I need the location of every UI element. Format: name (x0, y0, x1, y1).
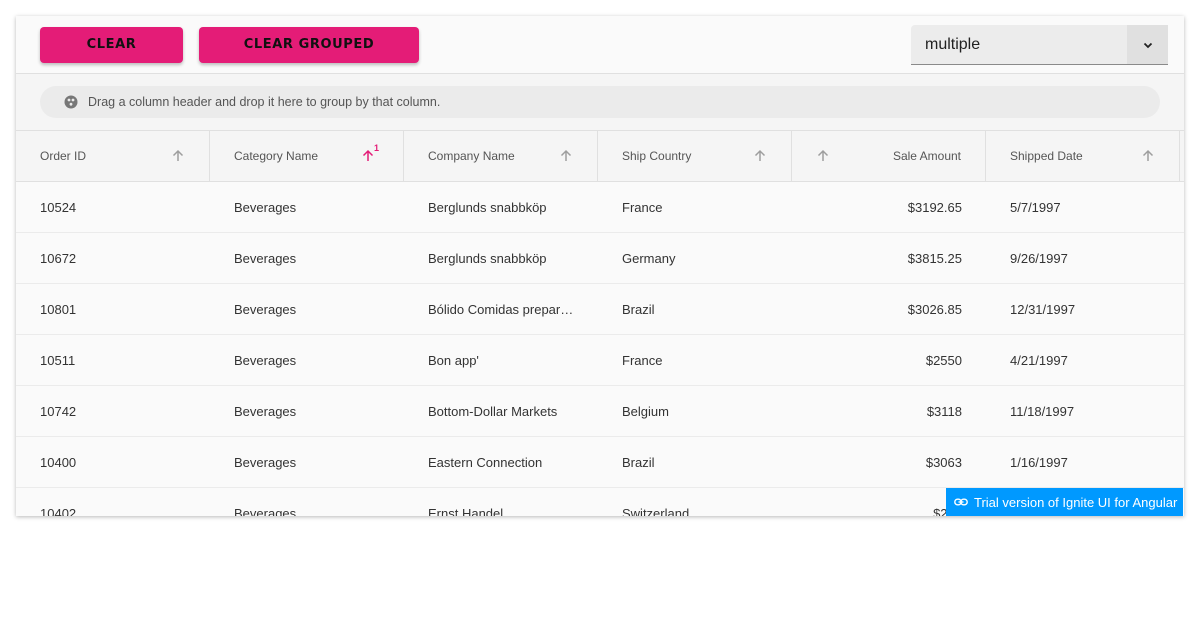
cell-category-name[interactable]: Beverages (210, 182, 404, 232)
clear-grouped-columns-button[interactable]: Clear Grouped Columns (199, 27, 419, 88)
table-row[interactable]: 10400 Beverages Eastern Connection Brazi… (16, 437, 1184, 488)
header-company-name[interactable]: Company Name (404, 131, 598, 181)
cell-ship-country[interactable]: Brazil (598, 437, 792, 487)
table-row[interactable]: 10672 Beverages Berglunds snabbköp Germa… (16, 233, 1184, 284)
cell-company-name[interactable]: Eastern Connection (404, 437, 598, 487)
cell-shipped-date[interactable]: 5/7/1997 (986, 182, 1180, 232)
cell-ship-country[interactable]: Switzerland (598, 488, 792, 517)
header-sale-amount[interactable]: Sale Amount (792, 131, 986, 181)
sort-index-badge: 1 (373, 143, 379, 153)
cell-category-name[interactable]: Beverages (210, 386, 404, 436)
chevron-down-icon[interactable] (1127, 25, 1168, 64)
group-by-area[interactable]: Drag a column header and drop it here to… (16, 74, 1184, 131)
cell-order-id[interactable]: 10801 (16, 284, 210, 334)
group-work-icon (64, 95, 78, 109)
cell-order-id[interactable]: 10402 (16, 488, 210, 517)
grid-body: 10524 Beverages Berglunds snabbköp Franc… (16, 182, 1184, 516)
data-grid: Clear Sorting Clear Grouped Columns mult… (16, 16, 1184, 516)
cell-sale-amount[interactable]: $3192.65 (792, 182, 986, 232)
arrow-up-icon[interactable] (559, 149, 573, 163)
table-row[interactable]: 10742 Beverages Bottom-Dollar Markets Be… (16, 386, 1184, 437)
clear-sorting-button[interactable]: Clear Sorting (40, 27, 183, 88)
cell-ship-country[interactable]: France (598, 335, 792, 385)
header-label: Category Name (234, 149, 319, 163)
cell-category-name[interactable]: Beverages (210, 437, 404, 487)
header-category-name[interactable]: Category Name 1 (210, 131, 404, 181)
cell-order-id[interactable]: 10400 (16, 437, 210, 487)
arrow-up-icon[interactable] (1141, 149, 1155, 163)
cell-company-name[interactable]: Bottom-Dollar Markets (404, 386, 598, 436)
cell-shipped-date[interactable]: 4/21/1997 (986, 335, 1180, 385)
cell-category-name[interactable]: Beverages (210, 488, 404, 517)
cell-shipped-date[interactable]: 11/18/1997 (986, 386, 1180, 436)
header-label: Sale Amount (892, 149, 961, 163)
table-row[interactable]: 10801 Beverages Bólido Comidas preparada… (16, 284, 1184, 335)
cell-shipped-date[interactable]: 9/26/1997 (986, 233, 1180, 283)
arrow-up-icon[interactable] (171, 149, 185, 163)
arrow-up-icon[interactable] (361, 149, 375, 163)
cell-ship-country[interactable]: Germany (598, 233, 792, 283)
grid-toolbar: Clear Sorting Clear Grouped Columns mult… (16, 16, 1184, 88)
cell-ship-country[interactable]: France (598, 182, 792, 232)
header-label: Shipped Date (1010, 149, 1083, 163)
header-shipped-date[interactable]: Shipped Date (986, 131, 1180, 181)
cell-ship-country[interactable]: Brazil (598, 284, 792, 334)
cell-sale-amount[interactable]: $2550 (792, 335, 986, 385)
cell-order-id[interactable]: 10524 (16, 182, 210, 232)
cell-order-id[interactable]: 10511 (16, 335, 210, 385)
cell-category-name[interactable]: Beverages (210, 233, 404, 283)
cell-ship-country[interactable]: Belgium (598, 386, 792, 436)
cell-company-name[interactable]: Bon app' (404, 335, 598, 385)
cell-company-name[interactable]: Berglunds snabbköp (404, 233, 598, 283)
cell-company-name[interactable]: Berglunds snabbköp (404, 182, 598, 232)
trial-version-banner[interactable]: Trial version of Ignite UI for Angular (946, 488, 1183, 516)
cell-order-id[interactable]: 10742 (16, 386, 210, 436)
cell-shipped-date[interactable]: 1/16/1997 (986, 437, 1180, 487)
header-row: Order ID Category Name 1 Company Name Sh… (16, 131, 1184, 182)
table-row[interactable]: 10524 Beverages Berglunds snabbköp Franc… (16, 182, 1184, 233)
header-label: Ship Country (622, 149, 692, 163)
header-ship-country[interactable]: Ship Country (598, 131, 792, 181)
sorting-mode-select[interactable]: multiple (911, 25, 1168, 65)
cell-order-id[interactable]: 10672 (16, 233, 210, 283)
group-by-hint: Drag a column header and drop it here to… (88, 95, 441, 109)
arrow-up-icon[interactable] (753, 149, 767, 163)
link-icon (954, 495, 968, 509)
cell-company-name[interactable]: Ernst Handel (404, 488, 598, 517)
cell-category-name[interactable]: Beverages (210, 284, 404, 334)
sorting-mode-value: multiple (925, 36, 981, 53)
cell-shipped-date[interactable]: 12/31/1997 (986, 284, 1180, 334)
header-label: Order ID (40, 149, 87, 163)
group-by-drop-zone[interactable]: Drag a column header and drop it here to… (40, 86, 1160, 118)
cell-sale-amount[interactable]: $3815.25 (792, 233, 986, 283)
cell-company-name[interactable]: Bólido Comidas preparadas (404, 284, 598, 334)
cell-category-name[interactable]: Beverages (210, 335, 404, 385)
cell-sale-amount[interactable]: $3118 (792, 386, 986, 436)
header-order-id[interactable]: Order ID (16, 131, 210, 181)
cell-sale-amount[interactable]: $3063 (792, 437, 986, 487)
header-label: Company Name (428, 149, 515, 163)
arrow-up-icon[interactable] (816, 149, 830, 163)
cell-sale-amount[interactable]: $3026.85 (792, 284, 986, 334)
trial-version-text[interactable]: Trial version of Ignite UI for Angular (974, 495, 1177, 510)
table-row[interactable]: 10511 Beverages Bon app' France $2550 4/… (16, 335, 1184, 386)
